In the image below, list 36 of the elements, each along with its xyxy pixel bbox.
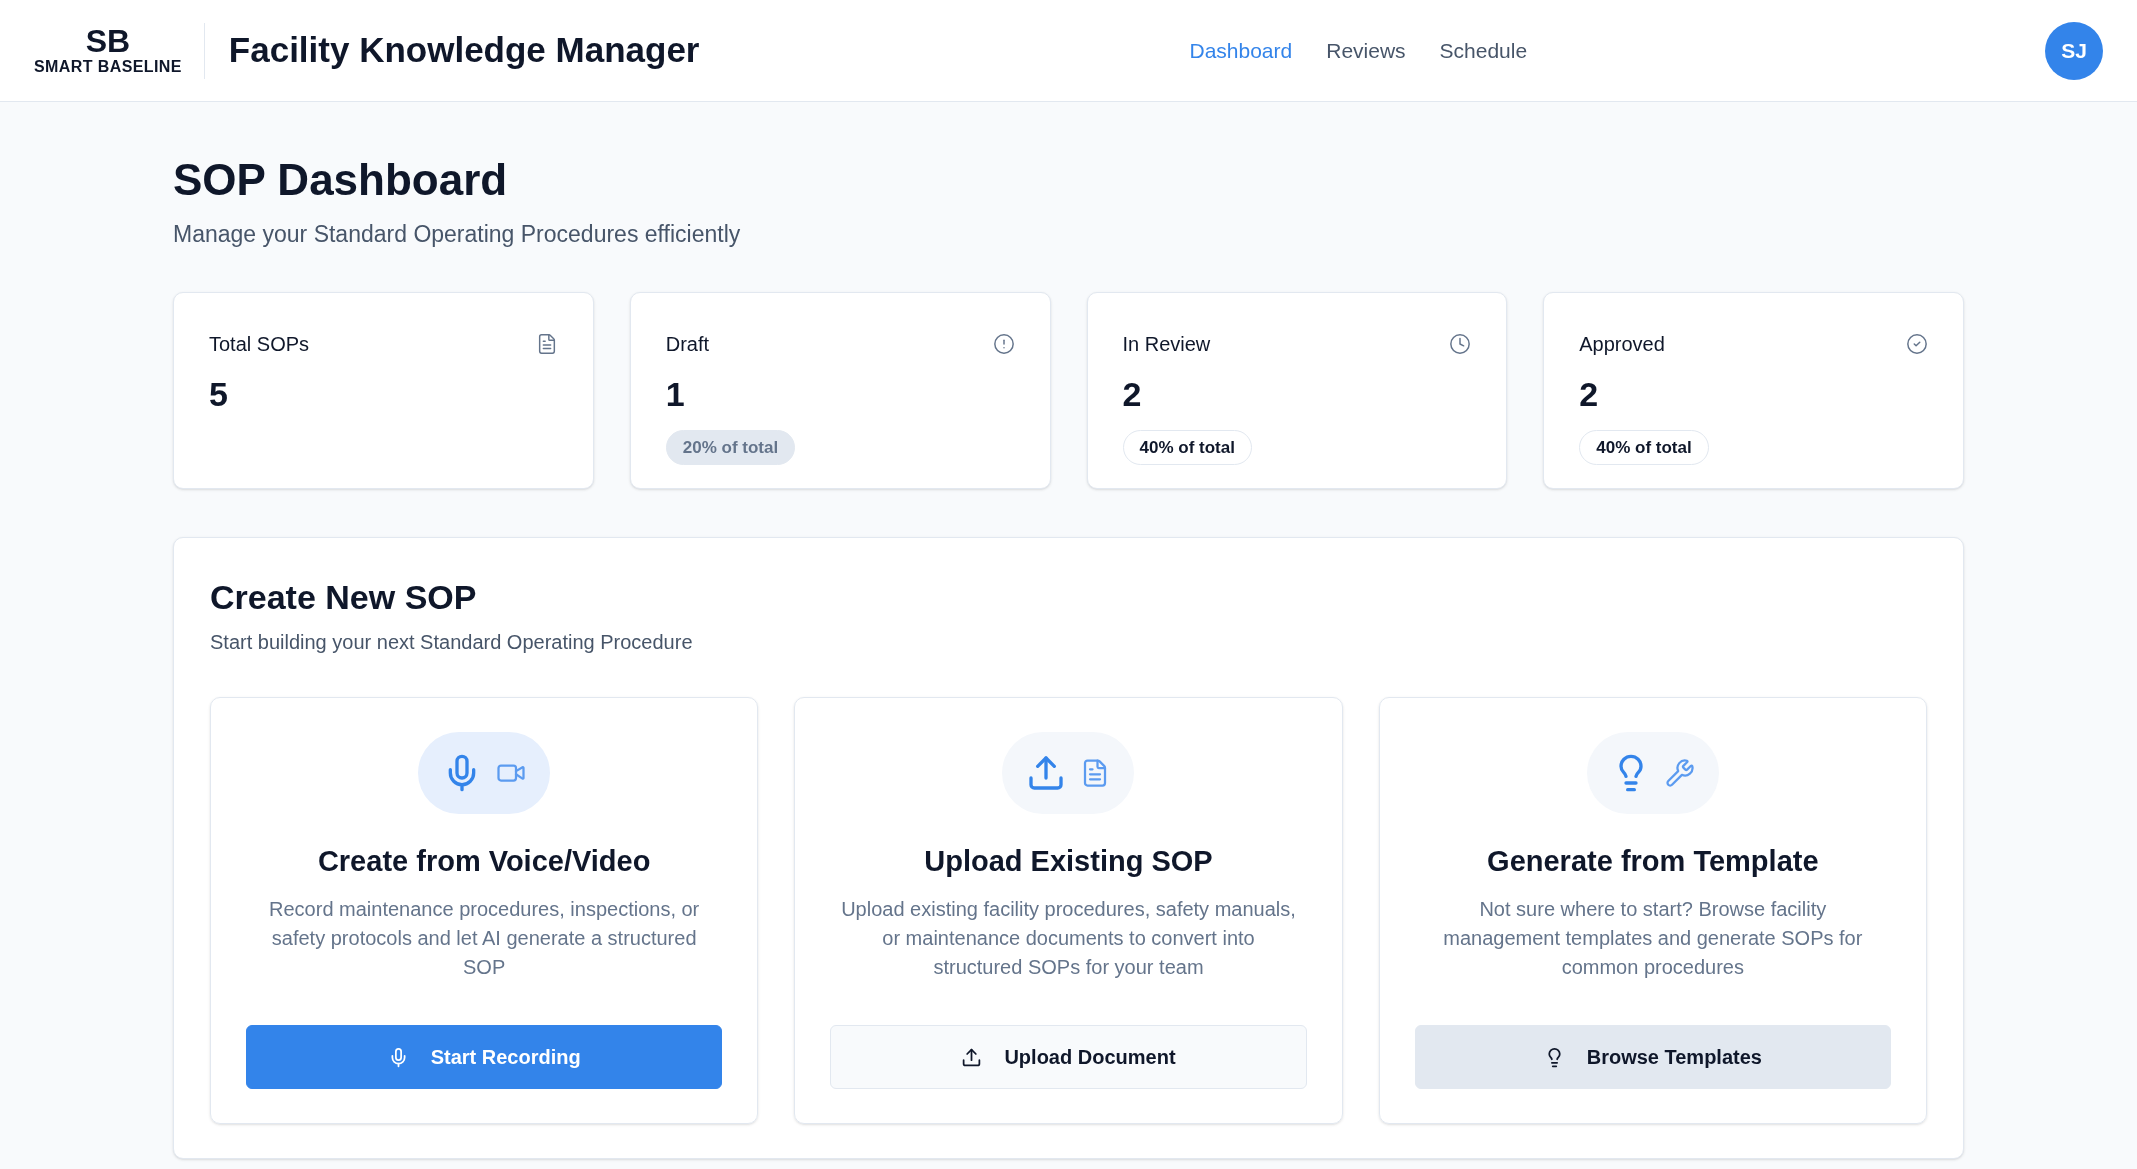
percent-badge: 20% of total <box>665 429 796 465</box>
stat-label: Approved <box>1579 331 1665 357</box>
check-circle-icon <box>1906 332 1928 355</box>
wrench-icon <box>1664 757 1695 788</box>
user-avatar[interactable]: SJ <box>2045 21 2103 80</box>
stat-label: In Review <box>1122 331 1211 357</box>
action-button[interactable]: Browse Templates <box>1414 1025 1891 1089</box>
page-title: SOP Dashboard <box>173 154 509 206</box>
percent-badge: 40% of total <box>1579 429 1709 465</box>
clock-icon <box>1449 332 1472 355</box>
page-subtitle: Manage your Standard Operating Procedures efficiently <box>173 220 742 249</box>
section-subtitle: Start building your next Standard Operating Procedure <box>210 629 694 655</box>
stat-value: 5 <box>209 373 229 415</box>
stat-label: Total SOPs <box>209 331 310 357</box>
option-title: Generate from Template <box>1487 843 1819 879</box>
logo-mark: SB <box>85 24 131 57</box>
option-title: Create from Voice/Video <box>317 843 651 879</box>
option-description: Not sure where to start? Browse facility management templates and generate SOPs for common procedures <box>1442 897 1864 980</box>
stat-label: Draft <box>665 331 710 357</box>
upload-icon <box>961 1046 983 1068</box>
nav-link[interactable]: Schedule <box>1439 34 1528 67</box>
stat-value: 2 <box>1122 373 1143 415</box>
stat-value: 1 <box>665 373 686 415</box>
nav-link[interactable]: Reviews <box>1326 34 1406 67</box>
action-button[interactable]: Start Recording <box>246 1025 723 1089</box>
stat-value: 2 <box>1579 373 1600 415</box>
option-description: Record maintenance procedures, inspections, or safety protocols and let AI generate a structured SOP <box>268 897 701 980</box>
alert-icon <box>992 332 1015 355</box>
option-description: Upload existing facility procedures, safety manuals, or maintenance documents to convert into structured SOPs for your team <box>840 897 1297 980</box>
percent-badge: 40% of total <box>1122 429 1252 465</box>
logo-text: SMART BASELINE <box>34 56 182 77</box>
action-button[interactable]: Upload Document <box>830 1025 1307 1089</box>
nav-link[interactable]: Dashboard <box>1189 34 1293 67</box>
option-title: Upload Existing SOP <box>924 843 1213 879</box>
section-title: Create New SOP <box>210 576 478 618</box>
app-title: Facility Knowledge Manager <box>228 29 700 72</box>
